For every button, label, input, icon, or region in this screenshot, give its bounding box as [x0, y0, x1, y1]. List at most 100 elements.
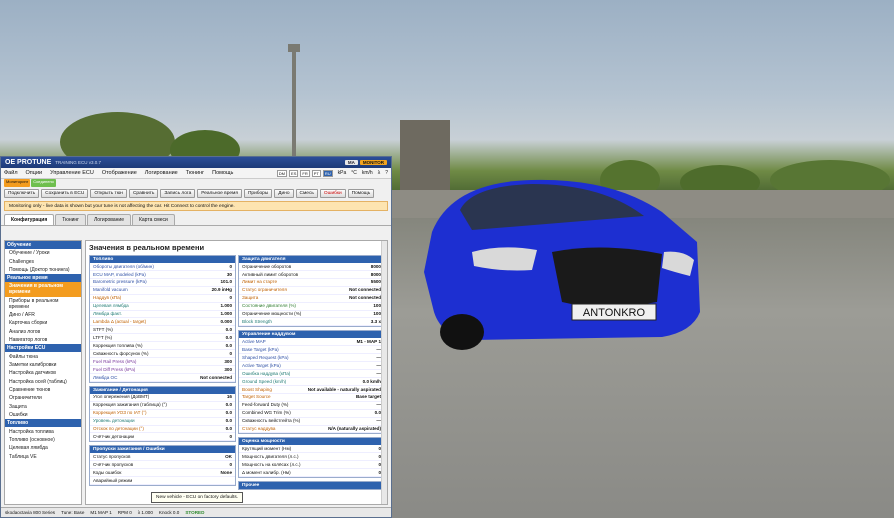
page-title: Значения в реальном времени	[89, 243, 205, 252]
sidebar-item[interactable]: Настройка осей (таблиц)	[5, 378, 81, 386]
sidebar-item[interactable]: Настройка топлива	[5, 427, 81, 435]
toolbar-button[interactable]: Открыть тюн	[90, 189, 127, 198]
sidebar-item[interactable]: Значения в реальном времени	[5, 282, 81, 297]
sidebar-item[interactable]: Навигатор логов	[5, 336, 81, 344]
toolbar-button[interactable]: Помощь	[347, 189, 375, 198]
left-column: Топливо Обороты двигателя (об/мин) 0 ECU MA…	[89, 255, 236, 489]
row-label: Коррекция УОЗ по IAT (°)	[93, 410, 147, 416]
unit-box[interactable]: FR	[300, 169, 310, 177]
row-label: Feed-forward Duty (%)	[242, 402, 289, 408]
row-label: Лямбда факт.	[93, 311, 122, 317]
sidebar-item[interactable]: Топливо (основное)	[5, 436, 81, 444]
menu-item[interactable]: Опции	[26, 170, 43, 176]
monitor-badge[interactable]: MONITOR	[359, 160, 387, 165]
row-label: Активный лимит оборотов	[242, 271, 299, 277]
data-row: STFT (%) 0.0	[90, 326, 235, 335]
data-row: Активный лимит оборотов 8000	[239, 271, 384, 279]
tab[interactable]: Тюнинг	[55, 214, 87, 225]
data-row: Состояние двигателя (%) 100	[239, 303, 384, 311]
sidebar-item[interactable]: Приборы в реальном времени	[5, 297, 81, 311]
tab[interactable]: Логирование	[87, 214, 131, 225]
tab[interactable]: Конфигурация	[4, 214, 55, 225]
toolbar-button[interactable]: Сохранить в ECU	[41, 189, 89, 198]
row-label: Ограничение мощности (%)	[242, 311, 302, 317]
unit-label[interactable]: λ	[378, 170, 381, 176]
sidebar-item[interactable]: Помощь (Доктор тюнинга)	[5, 266, 81, 274]
data-row: Ограничение мощности (%) 100	[239, 311, 384, 319]
tab[interactable]: Карта смеси	[131, 214, 175, 225]
panel-header: Пропуски зажигания / Ошибки	[90, 446, 235, 454]
menu-item[interactable]: Файл	[4, 170, 18, 176]
toolbar-button[interactable]: Ошибки	[319, 189, 346, 198]
toolbar-button[interactable]: Сравнить	[128, 189, 159, 198]
menu-item[interactable]: Отображение	[102, 170, 137, 176]
row-value: 0.0	[225, 342, 232, 348]
sidebar-item[interactable]: Сравнение тюнов	[5, 386, 81, 394]
row-value: M1 - MAP 1	[356, 338, 381, 344]
data-row: Base Target (kPa) —	[239, 346, 384, 355]
sidebar-item[interactable]: Защита	[5, 403, 81, 411]
panel-header: Прочее	[239, 482, 384, 490]
row-label: Уровень детонации	[93, 418, 135, 424]
unit-box[interactable]: RU	[322, 169, 333, 177]
sidebar-item[interactable]: Настройка датчиков	[5, 369, 81, 377]
status-item: RPM 0	[117, 510, 132, 515]
row-value: 0.0	[225, 426, 232, 432]
row-label: Δ момент калибр. (Нм)	[242, 469, 291, 475]
sidebar-item[interactable]: Таблица VE	[5, 453, 81, 461]
row-value: Not connected	[200, 374, 232, 380]
row-value: 0.0	[225, 326, 232, 332]
row-label: ECU MAP, modeled (kPa)	[93, 271, 146, 277]
row-label: Отскок по детонации (°)	[93, 426, 144, 432]
title-bar: OE PROTUNE TRAINING ECU v3.0.7 MA MONITO…	[1, 157, 391, 168]
row-value: 1.000	[220, 303, 233, 309]
sidebar-section-header: Топливо	[5, 419, 81, 428]
data-row: Крутящий момент (Нм) 0	[239, 445, 384, 454]
toolbar-button[interactable]: Дино	[274, 189, 294, 198]
sidebar-item[interactable]: Ограничители	[5, 394, 81, 402]
menu-item[interactable]: Управление ECU	[50, 170, 94, 176]
row-value: 0.0	[225, 402, 232, 408]
menu-item[interactable]: Тюнинг	[186, 170, 204, 176]
sidebar-item[interactable]: Заметки калибровки	[5, 361, 81, 369]
scrollbar[interactable]	[381, 241, 387, 504]
unit-label[interactable]: ?	[385, 170, 388, 176]
unit-label[interactable]: kPa	[338, 170, 347, 176]
sidebar-item[interactable]: Анализ логов	[5, 328, 81, 336]
toolbar-button[interactable]: Смесь	[295, 189, 318, 198]
toolbar-button[interactable]: Запись лога	[160, 189, 196, 198]
unit-box[interactable]: ES	[289, 169, 299, 177]
menu-item[interactable]: Помощь	[212, 170, 233, 176]
toolbar-button[interactable]: Реальное время	[197, 189, 242, 198]
app-window: OE PROTUNE TRAINING ECU v3.0.7 MA MONITO…	[0, 156, 392, 518]
ma-badge[interactable]: MA	[344, 160, 358, 165]
tab-bar: Конфигурация Тюнинг Логирование Карта смеси	[1, 212, 391, 226]
row-value: 30	[226, 271, 232, 277]
row-label: Active Target (kPa)	[242, 362, 281, 368]
sidebar-item[interactable]: Карточка сборки	[5, 319, 81, 327]
data-row: Наддув (кПа) 0	[90, 295, 235, 303]
sidebar-item[interactable]: Файлы тюна	[5, 352, 81, 360]
data-row: Уровень детонации 0.0	[90, 418, 235, 426]
toolbar-button[interactable]: Приборы	[243, 189, 273, 198]
unit-label[interactable]: km/h	[362, 170, 373, 176]
status-item: λ 1.000	[137, 510, 153, 515]
row-label: Счётчик детонации	[93, 434, 135, 440]
row-label: Коррекция топлива (%)	[93, 342, 143, 348]
row-label: Счётчик пропусков	[93, 461, 134, 467]
row-value: 20.9 inHg	[211, 287, 232, 293]
sidebar-item[interactable]: Challenges	[5, 257, 81, 265]
row-value: 0.000	[220, 319, 233, 325]
menu-item[interactable]: Логирование	[145, 170, 178, 176]
row-value: OK	[225, 453, 232, 459]
car-image: ANTONKRO	[424, 179, 700, 350]
unit-box[interactable]: PT	[311, 169, 321, 177]
toolbar-button[interactable]: Подключить	[4, 189, 40, 198]
unit-box[interactable]: DM	[276, 169, 288, 177]
sidebar-item[interactable]: Целевая лямбда	[5, 444, 81, 452]
unit-label[interactable]: °C	[351, 170, 357, 176]
sidebar-item[interactable]: Дино / AFR	[5, 311, 81, 319]
sidebar-item[interactable]: Обучение / Уроки	[5, 249, 81, 257]
status-item: skodaoctavia 800 Series	[5, 510, 56, 515]
sidebar-item[interactable]: Ошибки	[5, 411, 81, 419]
